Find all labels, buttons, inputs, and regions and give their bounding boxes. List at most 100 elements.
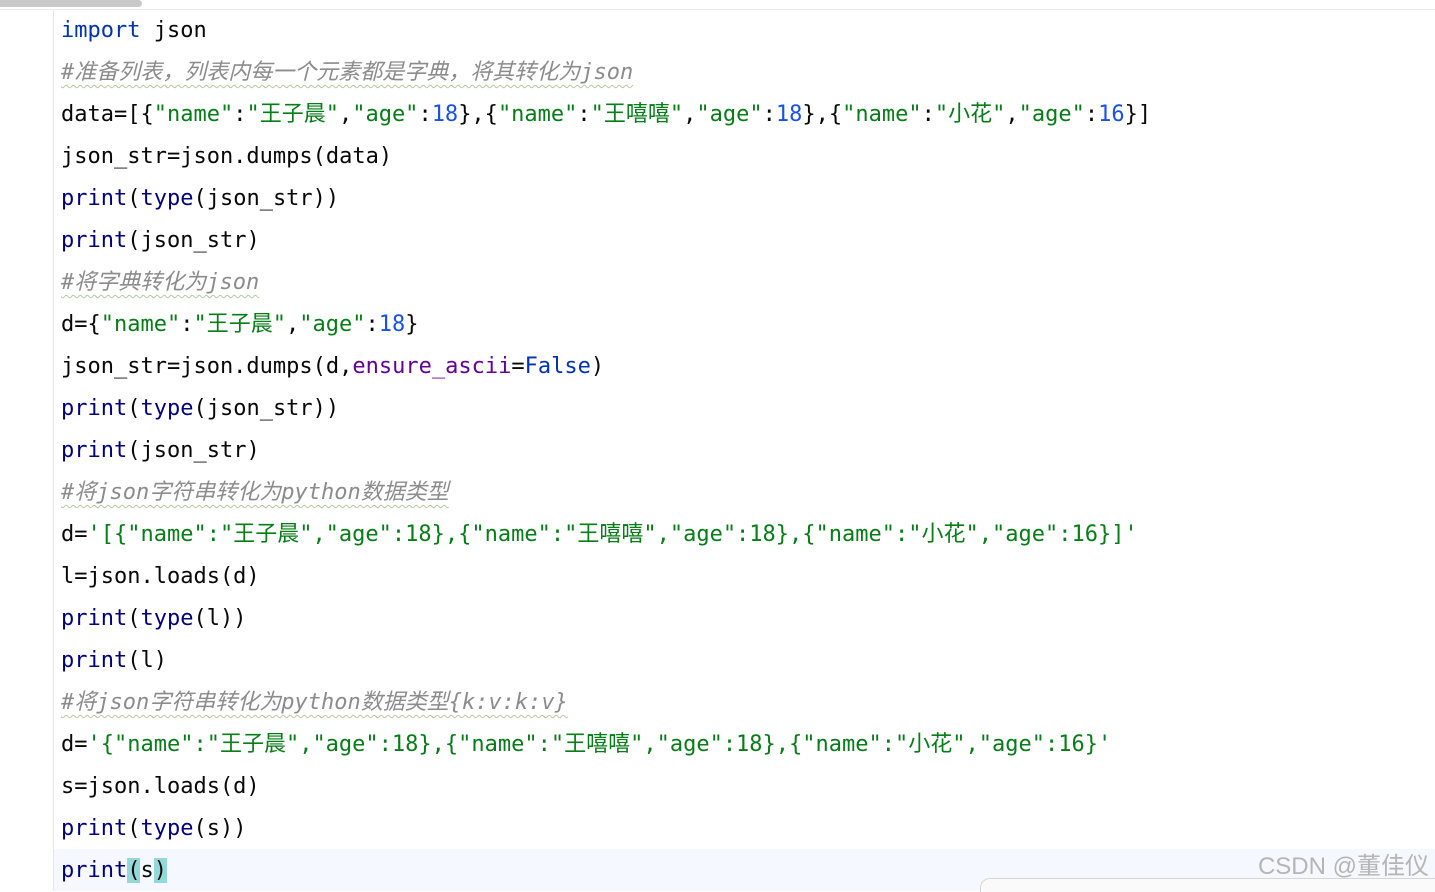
- code-token: :: [365, 312, 379, 337]
- code-line[interactable]: #将json字符串转化为python数据类型: [61, 472, 449, 514]
- code-token: (l): [127, 648, 167, 673]
- code-line[interactable]: print(type(s)): [61, 808, 246, 850]
- code-line[interactable]: #将json字符串转化为python数据类型{k:v:k:v}: [61, 682, 568, 724]
- code-token: (: [127, 858, 141, 883]
- code-token: False: [524, 354, 591, 379]
- code-token: import: [61, 18, 141, 43]
- code-token: print: [61, 648, 128, 673]
- code-line[interactable]: print(s): [61, 850, 167, 892]
- code-token: (json_str)): [193, 186, 340, 211]
- code-token: "age": [352, 102, 419, 127]
- line-number-gutter[interactable]: [0, 10, 52, 891]
- horizontal-scrollbar-thumb[interactable]: [0, 0, 142, 7]
- code-token: l=json.loads(d): [61, 564, 260, 589]
- code-token: =: [511, 354, 525, 379]
- code-token: print: [61, 396, 128, 421]
- code-token: :: [921, 102, 935, 127]
- code-token: ,: [683, 102, 697, 127]
- code-token: :: [762, 102, 776, 127]
- code-line[interactable]: print(type(l)): [61, 598, 246, 640]
- code-token: ): [153, 858, 167, 883]
- code-line[interactable]: import json: [61, 10, 207, 52]
- code-line[interactable]: data=[{"name":"王子晨","age":18},{"name":"王…: [61, 94, 1151, 136]
- code-token: 16: [1098, 102, 1125, 127]
- code-line[interactable]: print(json_str): [61, 220, 260, 262]
- code-token: print: [61, 816, 128, 841]
- code-token: },{: [458, 102, 498, 127]
- code-line[interactable]: #准备列表，列表内每一个元素都是字典，将其转化为json: [61, 52, 633, 94]
- code-line[interactable]: print(l): [61, 640, 167, 682]
- code-token: (json_str)): [193, 396, 340, 421]
- code-token: (: [127, 816, 141, 841]
- code-token: print: [61, 858, 128, 883]
- code-token: :: [418, 102, 432, 127]
- code-token: json_str=json.dumps(d,: [61, 354, 353, 379]
- code-token: "小花": [934, 102, 1006, 127]
- editor-top-bar: [0, 0, 1435, 10]
- code-token: "age": [1018, 102, 1085, 127]
- code-token: :: [1084, 102, 1099, 127]
- code-token: "age": [299, 312, 366, 337]
- code-line[interactable]: d='{"name":"王子晨","age":18},{"name":"王嘻嘻"…: [61, 724, 1111, 766]
- code-token: :: [577, 102, 591, 127]
- code-token: json_str=json.dumps(data): [61, 144, 393, 169]
- code-token: "王子晨": [246, 102, 339, 127]
- code-token: "name": [497, 102, 578, 127]
- code-line[interactable]: d={"name":"王子晨","age":18}: [61, 304, 418, 346]
- code-token: (: [127, 396, 141, 421]
- code-token: type: [140, 606, 194, 631]
- code-token: '[{"name":"王子晨","age":18},{"name":"王嘻嘻",…: [87, 522, 1138, 547]
- code-token: ,: [338, 102, 353, 127]
- code-line[interactable]: print(json_str): [61, 430, 260, 472]
- code-token: print: [61, 228, 128, 253]
- code-line[interactable]: print(type(json_str)): [61, 388, 339, 430]
- code-token: :: [180, 312, 194, 337]
- code-token: (: [127, 606, 141, 631]
- code-line[interactable]: s=json.loads(d): [61, 766, 260, 808]
- code-token: print: [61, 438, 128, 463]
- code-token: type: [140, 816, 194, 841]
- code-token: ,: [285, 312, 300, 337]
- code-token: json: [140, 18, 207, 43]
- code-token: print: [61, 606, 128, 631]
- code-token: d=: [61, 522, 88, 547]
- code-token: #将json字符串转化为python数据类型: [61, 480, 449, 505]
- code-token: (: [127, 186, 141, 211]
- code-line[interactable]: json_str=json.dumps(data): [61, 136, 392, 178]
- code-token: :: [233, 102, 247, 127]
- code-token: type: [140, 396, 194, 421]
- code-token: d=: [61, 732, 88, 757]
- code-token: print: [61, 186, 128, 211]
- code-token: type: [140, 186, 194, 211]
- code-line[interactable]: json_str=json.dumps(d,ensure_ascii=False…: [61, 346, 604, 388]
- code-line[interactable]: l=json.loads(d): [61, 556, 260, 598]
- code-token: data=[{: [61, 102, 154, 127]
- code-token: "age": [696, 102, 763, 127]
- code-token: 18: [431, 102, 459, 127]
- code-line[interactable]: #将字典转化为json: [61, 262, 259, 304]
- code-token: "王嘻嘻": [590, 102, 684, 127]
- code-line[interactable]: d='[{"name":"王子晨","age":18},{"name":"王嘻嘻…: [61, 514, 1138, 556]
- code-token: 18: [775, 102, 803, 127]
- code-token: ): [590, 354, 605, 379]
- code-token: 18: [378, 312, 406, 337]
- code-token: "name": [100, 312, 181, 337]
- code-token: (l)): [193, 606, 247, 631]
- code-token: s=json.loads(d): [61, 774, 260, 799]
- code-token: (json_str): [127, 438, 260, 463]
- code-token: #将json字符串转化为python数据类型{k:v:k:v}: [61, 690, 568, 715]
- code-token: d={: [61, 312, 101, 337]
- code-token: '{"name":"王子晨","age":18},{"name":"王嘻嘻","…: [87, 732, 1112, 757]
- code-token: "name": [842, 102, 922, 127]
- code-token: ensure_ascii: [352, 354, 512, 379]
- code-token: s: [140, 858, 154, 883]
- code-token: (json_str): [127, 228, 260, 253]
- code-token: }]: [1124, 102, 1152, 127]
- code-line[interactable]: print(type(json_str)): [61, 178, 339, 220]
- code-token: "王子晨": [193, 312, 286, 337]
- code-editor[interactable]: import json #准备列表，列表内每一个元素都是字典，将其转化为json d…: [54, 10, 1435, 891]
- code-token: }: [405, 312, 419, 337]
- watermark: CSDN @董佳仪: [1257, 853, 1429, 880]
- code-token: #准备列表，列表内每一个元素都是字典，将其转化为json: [61, 60, 634, 85]
- code-token: },{: [802, 102, 843, 127]
